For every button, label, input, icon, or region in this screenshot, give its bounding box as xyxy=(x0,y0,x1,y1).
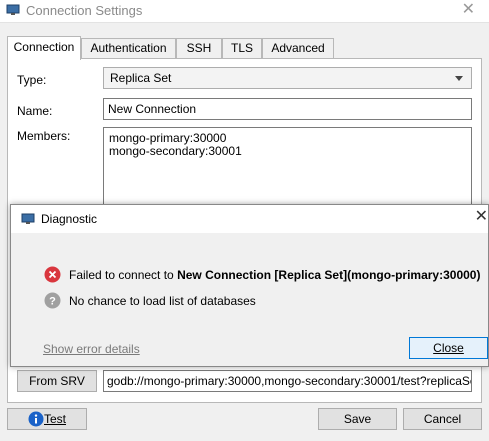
test-label: Test xyxy=(44,412,67,426)
close-label: Close xyxy=(433,341,464,355)
tab-label: SSH xyxy=(186,41,212,55)
diagnostic-dialog: Diagnostic ✕ Failed to connect to New Co… xyxy=(10,204,489,367)
tab-authentication[interactable]: Authentication xyxy=(81,38,176,58)
from-srv-label: From SRV xyxy=(29,374,85,388)
dialog-title-bar: Diagnostic ✕ xyxy=(11,205,488,233)
connection-uri-value: godb://mongo-primary:30000,mongo-seconda… xyxy=(107,374,472,388)
dialog-app-icon xyxy=(21,213,35,224)
test-button[interactable]: Test xyxy=(7,408,87,430)
tab-advanced[interactable]: Advanced xyxy=(262,38,334,58)
window-app-icon xyxy=(6,4,20,15)
tab-ssh[interactable]: SSH xyxy=(176,38,222,58)
members-label: Members: xyxy=(17,129,71,143)
name-label: Name: xyxy=(17,104,53,118)
tab-connection[interactable]: Connection xyxy=(7,36,81,60)
svg-text:?: ? xyxy=(49,296,56,308)
show-error-details-link[interactable]: Show error details xyxy=(43,342,140,356)
tab-label: TLS xyxy=(230,41,253,55)
dialog-close-icon[interactable]: ✕ xyxy=(475,208,488,226)
name-input[interactable]: New Connection xyxy=(103,98,472,120)
save-label: Save xyxy=(343,412,372,426)
cancel-button[interactable]: Cancel xyxy=(403,408,482,430)
type-label: Type: xyxy=(17,73,47,87)
type-select[interactable]: Replica Set xyxy=(103,67,472,89)
window-title: Connection Settings xyxy=(26,3,143,18)
from-srv-button[interactable]: From SRV xyxy=(17,370,97,392)
name-input-value: New Connection xyxy=(108,102,197,116)
tab-label: Authentication xyxy=(90,41,167,55)
error-connection-name: New Connection [Replica Set](mongo-prima… xyxy=(177,268,481,282)
save-button[interactable]: Save xyxy=(318,408,397,430)
question-icon: ? xyxy=(44,292,61,309)
error-message: Failed to connect to New Connection [Rep… xyxy=(69,268,480,282)
window-close-icon[interactable]: ✕ xyxy=(462,1,475,19)
dialog-close-button[interactable]: Close xyxy=(409,337,488,359)
warning-message: No chance to load list of databases xyxy=(69,294,256,308)
error-prefix: Failed to connect to xyxy=(69,268,178,282)
error-icon xyxy=(44,266,61,283)
chevron-down-icon xyxy=(455,76,463,81)
info-icon xyxy=(28,411,44,427)
member-entry: mongo-secondary:30001 xyxy=(109,144,242,158)
cancel-label: Cancel xyxy=(423,412,462,426)
tab-tls[interactable]: TLS xyxy=(222,38,262,58)
tab-label: Advanced xyxy=(271,41,325,55)
title-bar: Connection Settings ✕ xyxy=(0,0,489,23)
type-select-value: Replica Set xyxy=(110,71,172,85)
dialog-title: Diagnostic xyxy=(41,212,98,226)
connection-uri-input[interactable]: godb://mongo-primary:30000,mongo-seconda… xyxy=(103,370,472,392)
tab-label: Connection xyxy=(13,40,75,54)
